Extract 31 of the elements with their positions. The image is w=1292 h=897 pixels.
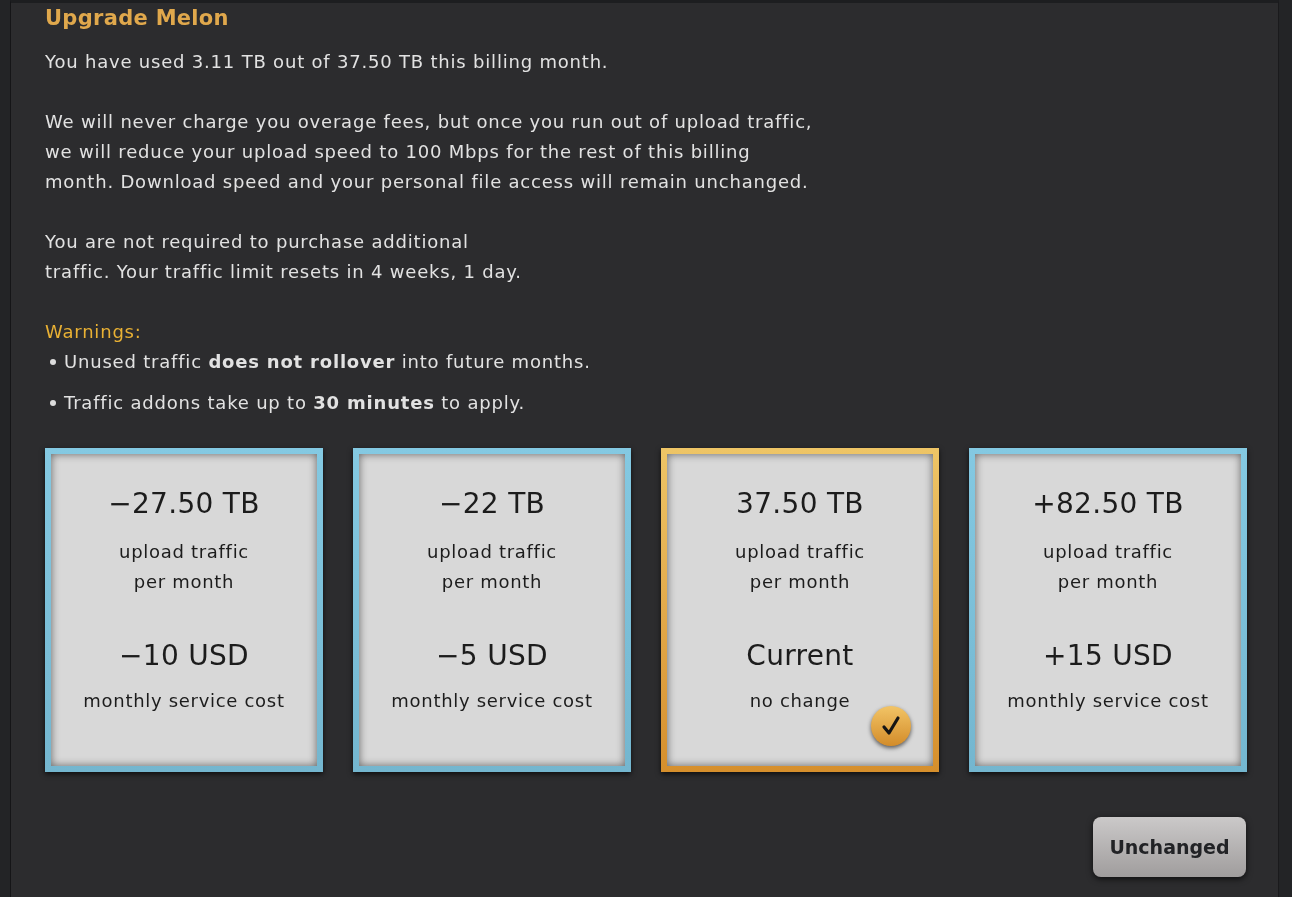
body-paragraph: You are not required to purchase additional traffic. Your traffic limit resets in 4 weeks, 1 day. (45, 230, 523, 284)
traffic-amount: −22 TB (438, 486, 546, 522)
traffic-amount: −27.50 TB (108, 486, 260, 522)
warning-item: Unused traffic does not rollover into future months. (64, 350, 591, 374)
plan-card[interactable]: −27.50 TB upload traffic per month −10 USD monthly service cost (45, 448, 323, 772)
price-amount: Current (746, 638, 854, 674)
price-amount: −5 USD (436, 638, 548, 674)
body-paragraph: You have used 3.11 TB out of 37.50 TB this billing month. (45, 50, 609, 74)
price-description: monthly service cost (391, 689, 593, 713)
price-amount: +15 USD (1043, 638, 1173, 674)
warning-item: Traffic addons take up to 30 minutes to apply. (64, 391, 525, 415)
price-amount: −10 USD (119, 638, 249, 674)
price-description: no change (749, 689, 851, 713)
traffic-amount: +82.50 TB (1032, 486, 1184, 522)
plan-card[interactable]: 37.50 TB upload traffic per month Current no change (661, 448, 939, 772)
warnings-heading: Warnings: (45, 320, 142, 344)
price-description: monthly service cost (83, 689, 285, 713)
price-description: monthly service cost (1007, 689, 1209, 713)
page-title: Upgrade Melon (45, 5, 229, 32)
traffic-description: upload traffic per month (1043, 540, 1173, 594)
unchanged-button[interactable]: Unchanged (1093, 817, 1246, 877)
bullet-icon (50, 400, 56, 406)
plan-card[interactable]: +82.50 TB upload traffic per month +15 USD monthly service cost (969, 448, 1247, 772)
traffic-description: upload traffic per month (119, 540, 249, 594)
traffic-description: upload traffic per month (427, 540, 557, 594)
check-icon (871, 706, 911, 746)
traffic-description: upload traffic per month (735, 540, 865, 594)
plan-card[interactable]: −22 TB upload traffic per month −5 USD monthly service cost (353, 448, 631, 772)
body-paragraph: We will never charge you overage fees, but once you run out of upload traffic, we will reduce your upload speed to 100 Mbps for the rest of this billing month. Download speed and your personal file access will remain unchanged. (45, 110, 814, 194)
bullet-icon (50, 359, 56, 365)
traffic-amount: 37.50 TB (736, 486, 864, 522)
